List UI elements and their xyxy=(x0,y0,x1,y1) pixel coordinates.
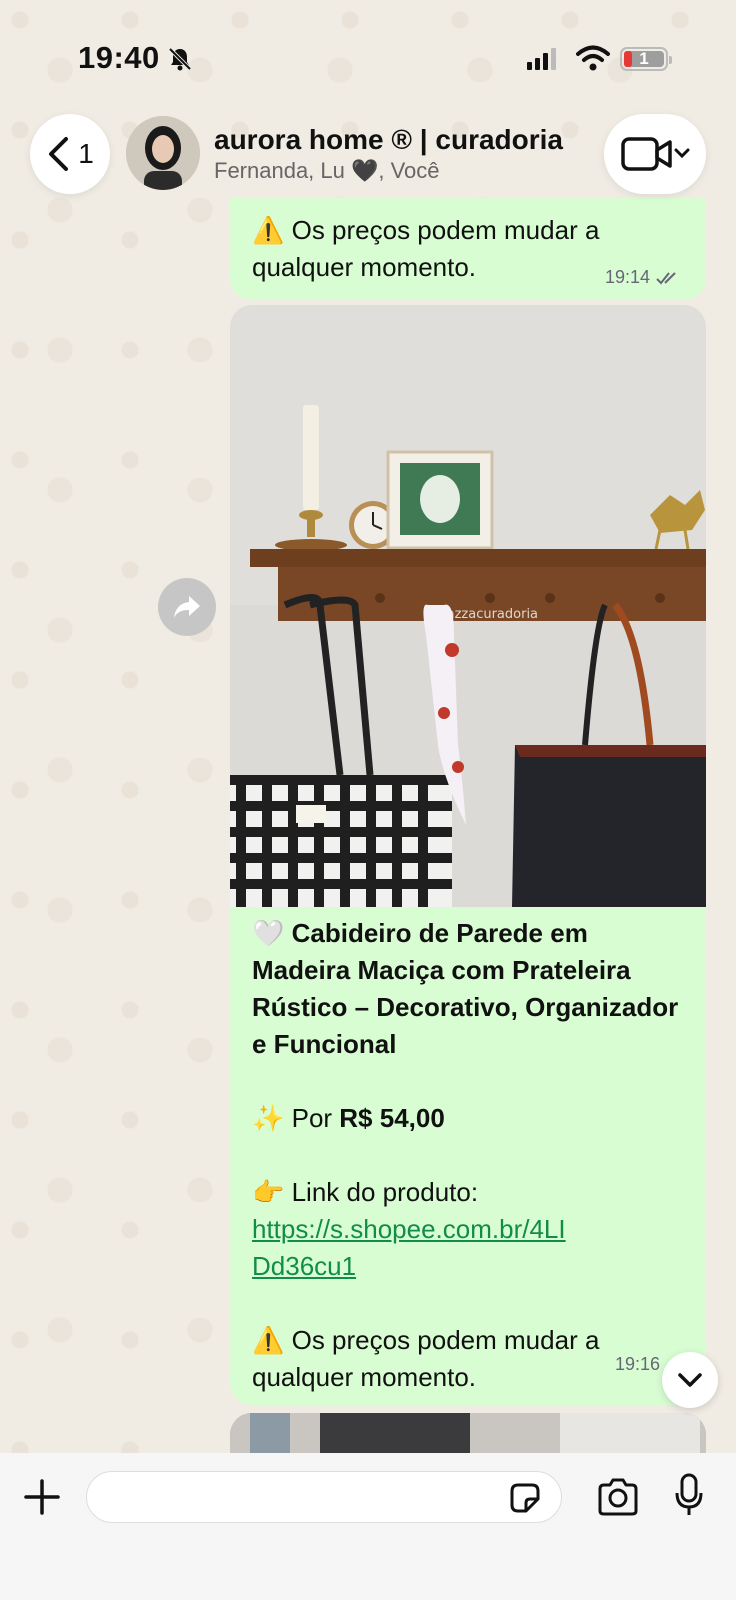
double-check-icon xyxy=(656,271,676,284)
product-price-line: ✨ Por R$ 54,00 xyxy=(252,1100,692,1137)
wifi-icon xyxy=(576,45,610,71)
video-camera-icon xyxy=(621,137,690,171)
message-input[interactable] xyxy=(86,1471,562,1523)
plus-icon[interactable] xyxy=(22,1477,62,1517)
microphone-icon[interactable] xyxy=(674,1473,704,1519)
forward-arrow-icon xyxy=(174,596,200,618)
message-composer xyxy=(0,1453,736,1600)
message-time: 19:16 xyxy=(614,1354,660,1374)
chat-header: 1 aurora home ® | curadoria Fernanda, Lu… xyxy=(0,110,736,210)
price-prefix: ✨ Por xyxy=(252,1103,340,1133)
sticker-icon[interactable] xyxy=(508,1481,542,1515)
product-link-anchor[interactable]: https://s.shopee.com.br/4LIDd36cu1 xyxy=(252,1214,566,1281)
message-meta: 19:16 xyxy=(615,1354,660,1375)
message-bubble[interactable]: @lazzacuradoria 🤍 Cabideiro de Parede em… xyxy=(230,305,706,1405)
back-button[interactable]: 1 xyxy=(30,114,110,194)
battery-indicator: 1 xyxy=(620,47,672,71)
product-title: 🤍 Cabideiro de Parede em Madeira Maciça … xyxy=(252,918,679,1059)
message-meta: 19:14 xyxy=(605,267,680,288)
status-time: 19:40 xyxy=(78,40,160,75)
chevron-down-icon xyxy=(678,1373,702,1387)
message-caption: 🤍 Cabideiro de Parede em Madeira Maciça … xyxy=(252,915,692,1396)
link-label: 👉 Link do produto: xyxy=(252,1177,479,1207)
status-bar: 19:40 1 xyxy=(0,0,736,110)
group-avatar[interactable] xyxy=(126,116,200,190)
chat-participants[interactable]: Fernanda, Lu 🖤, Você xyxy=(214,158,440,184)
chat-title[interactable]: aurora home ® | curadoria xyxy=(214,124,563,156)
cell-signal-icon xyxy=(527,48,559,70)
product-photo[interactable]: @lazzacuradoria xyxy=(230,305,706,907)
video-call-button[interactable] xyxy=(604,114,706,194)
chevron-left-icon xyxy=(49,137,69,171)
message-bubble[interactable]: ⚠️ Os preços podem mudar a qualquer mome… xyxy=(230,198,706,300)
bell-muted-icon xyxy=(168,47,192,71)
forward-button[interactable] xyxy=(158,578,216,636)
message-time: 19:14 xyxy=(604,267,650,287)
product-price: R$ 54,00 xyxy=(339,1103,445,1133)
battery-level: 1 xyxy=(639,49,649,68)
camera-icon[interactable] xyxy=(596,1477,640,1517)
scroll-to-bottom-button[interactable] xyxy=(662,1352,718,1408)
product-link[interactable]: https://s.shopee.com.br/4LIDd36cu1 xyxy=(252,1211,572,1285)
unread-count: 1 xyxy=(78,138,94,169)
